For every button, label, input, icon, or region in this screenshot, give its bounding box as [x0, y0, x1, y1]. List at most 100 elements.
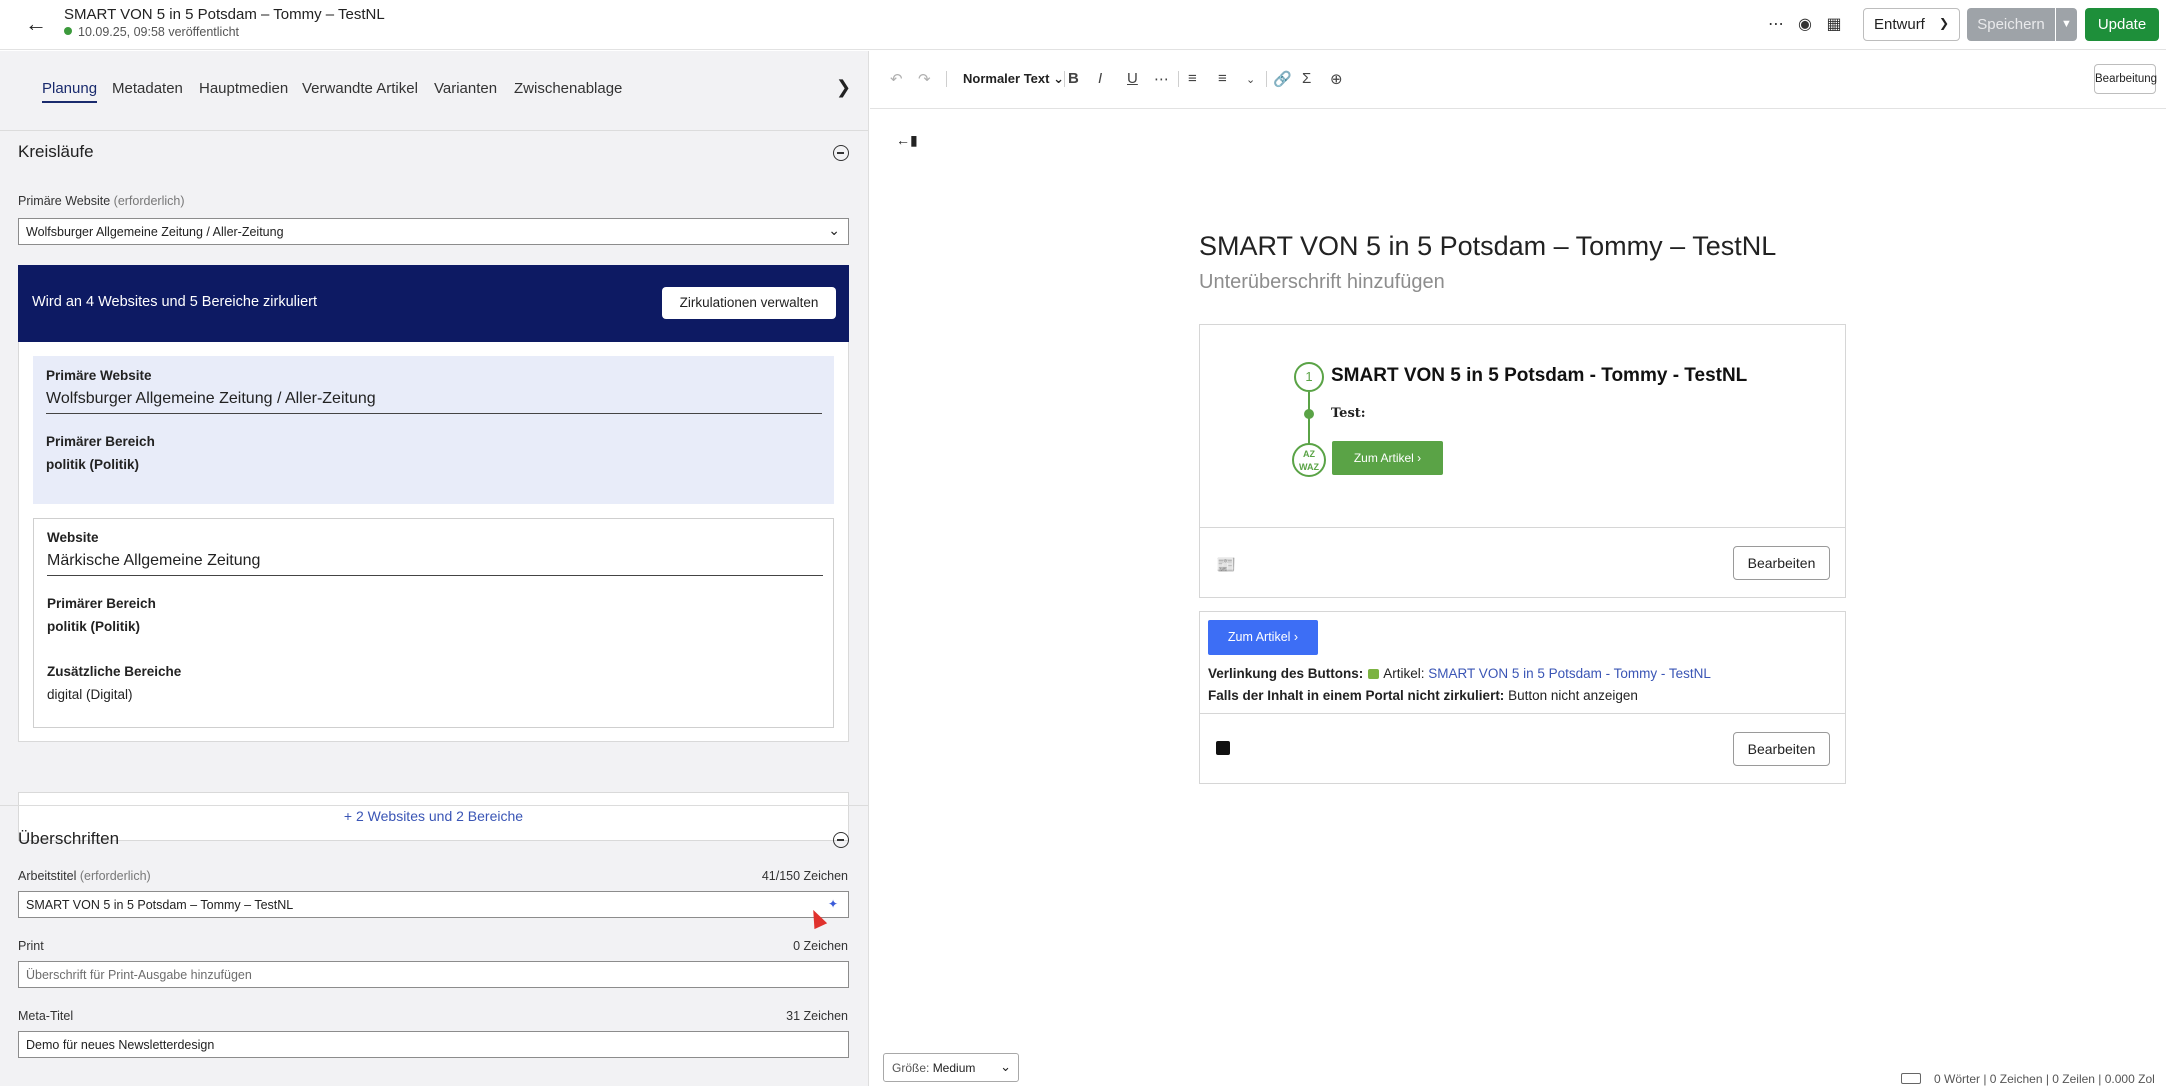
working-title-label-text: Arbeitstitel: [18, 869, 77, 883]
link-icon[interactable]: 🔗: [1273, 70, 1292, 88]
toolbar-separator: [1178, 71, 1179, 87]
collapse-icon[interactable]: [833, 832, 849, 848]
tab-metadaten[interactable]: Metadaten: [112, 80, 183, 97]
brand-logo-icon: AZ WAZ: [1292, 443, 1326, 477]
working-title-label: Arbeitstitel (erforderlich): [18, 869, 151, 883]
timeline-line: [1308, 392, 1310, 446]
redo-icon[interactable]: ↷: [918, 70, 931, 88]
primary-site-select-value: Wolfsburger Allgemeine Zeitung / Aller-Z…: [26, 225, 284, 239]
update-button[interactable]: Update: [2085, 8, 2159, 41]
tabs-next-icon[interactable]: ❯: [836, 77, 851, 98]
numbered-list-icon[interactable]: ≡: [1218, 70, 1227, 87]
publish-status-text: 10.09.25, 09:58 veröffentlicht: [78, 25, 239, 39]
chevron-down-icon: ❯: [1938, 16, 1949, 30]
card-site-value: Wolfsburger Allgemeine Zeitung / Aller-Z…: [46, 390, 822, 414]
button-block: Zum Artikel › Verlinkung des Buttons: Art…: [1199, 611, 1846, 784]
print-count: 0 Zeichen: [793, 939, 848, 953]
tab-verwandte-artikel[interactable]: Verwandte Artikel: [302, 80, 418, 97]
link-label: Verlinkung des Buttons:: [1208, 666, 1364, 681]
keyboard-icon: [1901, 1073, 1921, 1084]
button-preview: Zum Artikel › Verlinkung des Buttons: Art…: [1200, 612, 1845, 714]
add-circle-icon[interactable]: ⊕: [1330, 70, 1343, 88]
card-site-value: Märkische Allgemeine Zeitung: [47, 552, 823, 576]
editor-headline[interactable]: SMART VON 5 in 5 Potsdam – Tommy – TestN…: [1199, 231, 1776, 262]
chevron-down-icon: ⌄: [1000, 1059, 1011, 1074]
more-icon[interactable]: ⋯: [1154, 70, 1169, 88]
format-select-value: Normaler Text: [963, 71, 1050, 86]
circulation-list: Primäre Website Wolfsburger Allgemeine Z…: [18, 342, 849, 742]
secondary-site-card: Website Märkische Allgemeine Zeitung Pri…: [33, 518, 834, 728]
bold-icon[interactable]: B: [1068, 70, 1079, 87]
circulation-banner: Wird an 4 Websites und 5 Bereiche zirkul…: [18, 265, 849, 342]
manage-circulations-button[interactable]: Zirkulationen verwalten: [662, 287, 836, 319]
card-site-label: Website: [47, 530, 99, 545]
circulation-summary: Wird an 4 Websites und 5 Bereiche zirkul…: [32, 294, 318, 310]
required-hint: (erforderlich): [79, 869, 151, 883]
working-title-input[interactable]: SMART VON 5 in 5 Potsdam – Tommy – TestN…: [18, 891, 849, 918]
portal-label: Falls der Inhalt in einem Portal nicht z…: [1208, 688, 1505, 703]
tab-zwischenablage[interactable]: Zwischenablage: [514, 80, 622, 97]
link-target[interactable]: SMART VON 5 in 5 Potsdam - Tommy - TestN…: [1428, 666, 1711, 681]
collapse-icon[interactable]: [833, 145, 849, 161]
step-number: 1: [1294, 362, 1324, 392]
edit-newsletter-button[interactable]: Bearbeiten: [1733, 546, 1830, 580]
meta-title-input[interactable]: Demo für neues Newsletterdesign: [18, 1031, 849, 1058]
more-horizontal-icon[interactable]: ⋯: [1765, 14, 1787, 36]
collapse-panel-icon[interactable]: ←▮: [896, 132, 918, 149]
toolbar-separator: [946, 71, 947, 87]
primary-site-label: Primäre Website (erforderlich): [18, 194, 185, 208]
newsletter-article-button: Zum Artikel ›: [1332, 441, 1443, 475]
publish-status: 10.09.25, 09:58 veröffentlicht: [64, 25, 239, 39]
undo-icon[interactable]: ↶: [890, 70, 903, 88]
primary-site-select[interactable]: Wolfsburger Allgemeine Zeitung / Aller-Z…: [18, 218, 849, 245]
edit-button-block-button[interactable]: Bearbeiten: [1733, 732, 1830, 766]
more-sites-link[interactable]: + 2 Websites und 2 Bereiche: [18, 792, 849, 841]
state-select[interactable]: Entwurf ❯: [1863, 8, 1960, 41]
italic-icon[interactable]: I: [1098, 70, 1102, 87]
primary-site-label-text: Primäre Website: [18, 194, 111, 208]
button-link-info: Verlinkung des Buttons: Artikel: SMART VO…: [1208, 666, 1711, 681]
save-button[interactable]: Speichern: [1967, 8, 2055, 41]
meta-title-count: 31 Zeichen: [786, 1009, 848, 1023]
format-select[interactable]: Normaler Text ⌄: [963, 71, 1064, 87]
bullet-list-icon[interactable]: ≡: [1188, 70, 1197, 87]
print-headline-input[interactable]: Überschrift für Print-Ausgabe hinzufügen: [18, 961, 849, 988]
document-title: SMART VON 5 in 5 Potsdam – Tommy – TestN…: [64, 6, 385, 23]
save-options-chevron-icon[interactable]: ▼: [2056, 8, 2077, 41]
toolbar-separator: [1266, 71, 1267, 87]
underline-icon[interactable]: U: [1127, 70, 1138, 87]
tab-hauptmedien[interactable]: Hauptmedien: [199, 80, 288, 97]
card-extra-value: digital (Digital): [47, 687, 133, 702]
newsletter-test-label: Test:: [1331, 406, 1366, 421]
section-title-kreislaeufe: Kreisläufe: [18, 142, 94, 161]
editor-canvas: ←▮ SMART VON 5 in 5 Potsdam – Tommy – Te…: [870, 110, 2166, 1086]
calendar-icon[interactable]: ▦: [1823, 14, 1845, 36]
top-header: ← SMART VON 5 in 5 Potsdam – Tommy – Tes…: [0, 0, 2166, 50]
tab-bar: Planung Metadaten Hauptmedien Verwandte …: [0, 51, 868, 131]
section-title-ueberschriften: Überschriften: [18, 829, 120, 848]
editor-toolbar: ↶ ↷ Normaler Text ⌄ B I U ⋯ ≡ ≡ ⌄ 🔗 Σ ⊕ …: [870, 51, 2166, 109]
card-section-value: politik (Politik): [47, 619, 140, 634]
subheadline-input[interactable]: Unterüberschrift hinzufügen: [1199, 271, 1445, 294]
button-block-icon: [1216, 741, 1230, 755]
sigma-icon[interactable]: Σ: [1302, 70, 1311, 87]
edit-mode-button[interactable]: Bearbeitung: [2094, 64, 2157, 94]
card-section-label: Primärer Bereich: [46, 434, 155, 449]
newsletter-title: SMART VON 5 in 5 Potsdam - Tommy - TestN…: [1331, 365, 1748, 386]
status-dot-icon: [64, 27, 72, 35]
card-section-value: politik (Politik): [46, 457, 139, 472]
section-divider: [0, 805, 868, 806]
timeline-dot-icon: [1304, 409, 1314, 419]
back-arrow-icon[interactable]: ←: [24, 12, 48, 36]
tab-varianten[interactable]: Varianten: [434, 80, 497, 97]
portal-fallback-info: Falls der Inhalt in einem Portal nicht z…: [1208, 688, 1638, 703]
ai-suggest-icon[interactable]: ✦: [828, 897, 838, 911]
size-label: Größe:: [892, 1061, 930, 1075]
card-extra-label: Zusätzliche Bereiche: [47, 664, 182, 679]
chevron-down-icon[interactable]: ⌄: [1246, 73, 1255, 86]
word-count: 0 Wörter | 0 Zeichen | 0 Zeilen | 0.000 …: [1934, 1072, 2155, 1086]
tab-planung[interactable]: Planung: [42, 80, 98, 103]
size-select[interactable]: Größe: Medium ⌄: [883, 1053, 1019, 1082]
left-panel: Planung Metadaten Hauptmedien Verwandte …: [0, 51, 869, 1086]
globe-icon[interactable]: ◉: [1794, 14, 1816, 36]
